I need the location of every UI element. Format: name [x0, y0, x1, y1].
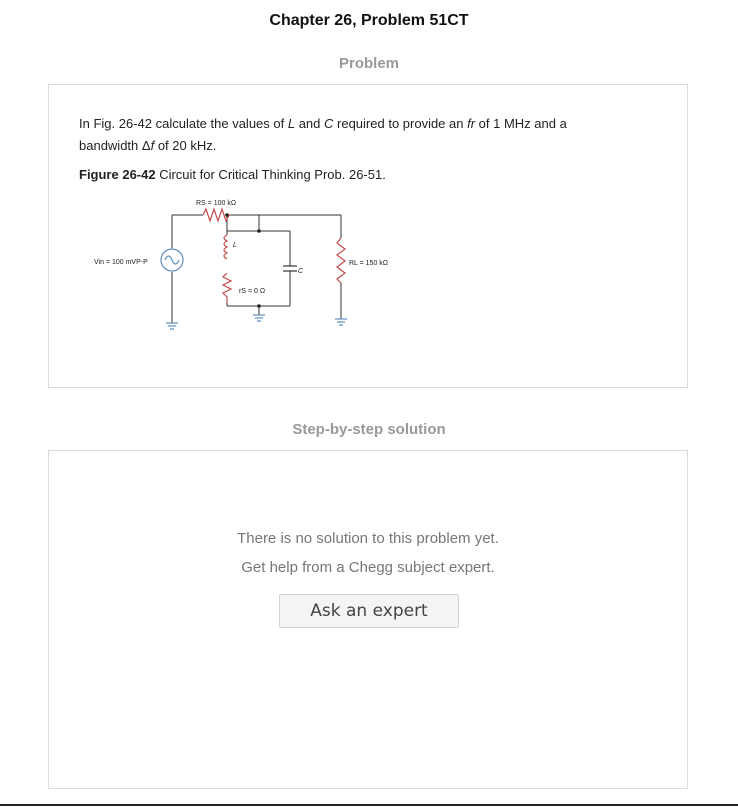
ground-icon — [166, 314, 347, 330]
rs0-resistor — [221, 272, 233, 303]
vin-label: Vin = 100 mVP-P — [94, 259, 148, 266]
figure-caption: Figure 26-42 Circuit for Critical Thinki… — [79, 167, 386, 182]
problem-heading: Problem — [338, 55, 399, 72]
l-label: L — [233, 242, 237, 249]
no-solution-message: There is no solution to this problem yet… — [237, 530, 499, 547]
page-title: Chapter 26, Problem 51CT — [269, 12, 469, 29]
ask-expert-button[interactable]: Ask an expert — [279, 594, 459, 628]
rl-resistor — [336, 237, 346, 284]
bottom-divider — [0, 804, 738, 806]
inductor — [223, 234, 229, 260]
solution-heading: Step-by-step solution — [292, 421, 446, 438]
circuit-diagram: RS = 100 kΩ L C RL = 150 kΩ Vin = 100 mV… — [94, 200, 388, 330]
c-label: C — [298, 268, 304, 275]
rl-label: RL = 150 kΩ — [349, 260, 388, 267]
problem-text: In Fig. 26-42 calculate the values of L … — [79, 116, 567, 153]
rs0-label: rS = 0 Ω — [239, 288, 265, 295]
expert-help-message: Get help from a Chegg subject expert. — [241, 559, 495, 576]
rs-label: RS = 100 kΩ — [196, 200, 236, 207]
solution-box: There is no solution to this problem yet… — [48, 450, 688, 789]
problem-box: In Fig. 26-42 calculate the values of L … — [48, 84, 688, 388]
